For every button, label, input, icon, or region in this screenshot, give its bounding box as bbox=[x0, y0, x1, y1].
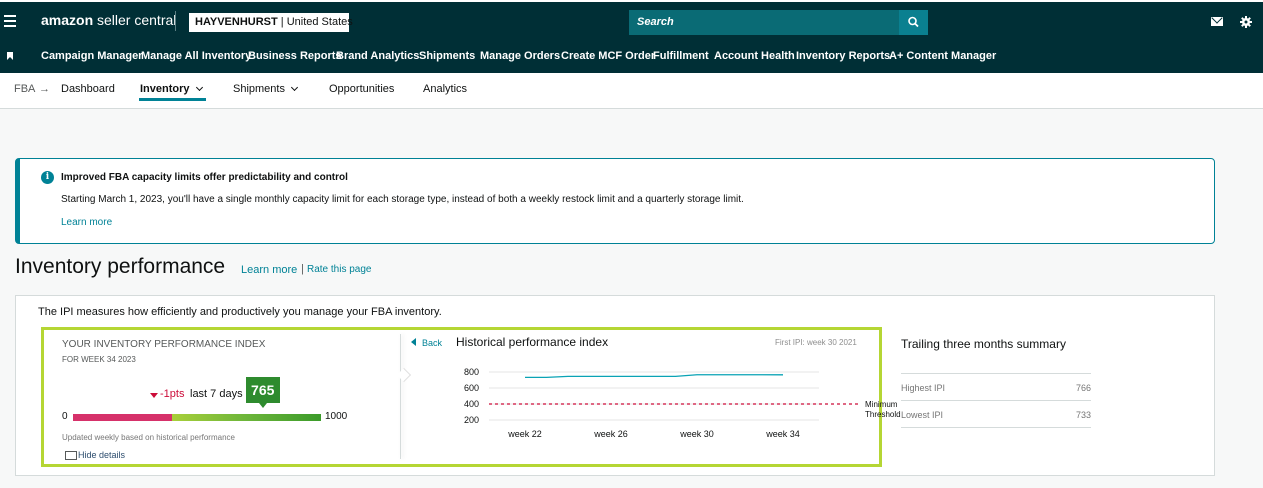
store-selector[interactable]: HAYVENHURST | United States bbox=[189, 13, 353, 32]
summary-value: 733 bbox=[1075, 410, 1091, 420]
nav-campaign-manager[interactable]: Campaign Manager bbox=[41, 50, 142, 62]
nav-business-reports[interactable]: Business Reports bbox=[248, 50, 342, 62]
logo-sub: seller central bbox=[93, 12, 177, 28]
menu-icon[interactable] bbox=[0, 6, 20, 36]
summary-label: Highest IPI bbox=[901, 383, 946, 393]
y-tick-label: 400 bbox=[464, 399, 479, 409]
gauge-min-label: 0 bbox=[62, 411, 68, 422]
ipi-gauge bbox=[73, 414, 321, 421]
back-arrow-icon[interactable] bbox=[411, 338, 416, 346]
threshold-label: Threshold bbox=[865, 410, 901, 419]
threshold-label: Minimum bbox=[865, 400, 898, 409]
trailing-summary-title: Trailing three months summary bbox=[901, 337, 1066, 351]
first-ipi-label: First IPI: week 30 2021 bbox=[775, 338, 857, 347]
main-nav: Campaign Manager Manage All Inventory Bu… bbox=[0, 40, 1263, 73]
ipi-change-period: last 7 days bbox=[190, 388, 243, 400]
historical-ipi-chart: 800 600 400 200 MinimumThreshold week 22 week … bbox=[464, 367, 901, 439]
search-icon bbox=[908, 16, 919, 28]
bookmark-icon[interactable] bbox=[7, 52, 13, 60]
tab-inventory-label: Inventory bbox=[140, 83, 190, 95]
x-tick-label: week 26 bbox=[593, 429, 628, 439]
nav-shipments[interactable]: Shipments bbox=[419, 50, 475, 62]
x-tick-label: week 30 bbox=[679, 429, 714, 439]
seller-central-logo[interactable]: amazon seller central bbox=[41, 12, 176, 28]
active-tab-indicator bbox=[139, 98, 206, 101]
mail-icon[interactable] bbox=[1211, 17, 1223, 26]
ipi-series-line bbox=[525, 374, 784, 379]
sub-nav: FBA → Dashboard Inventory Shipments Oppo… bbox=[0, 73, 1263, 109]
page-title: Inventory performance bbox=[15, 255, 226, 278]
store-region: | United States bbox=[277, 16, 353, 28]
tab-inventory[interactable]: Inventory bbox=[140, 83, 203, 95]
ipi-panel: YOUR INVENTORY PERFORMANCE INDEX FOR WEE… bbox=[41, 327, 901, 467]
gear-icon[interactable] bbox=[1240, 16, 1252, 28]
nav-inventory-reports[interactable]: Inventory Reports bbox=[796, 50, 890, 62]
ipi-score-badge: 765 bbox=[245, 377, 280, 408]
nav-a-plus-content-manager[interactable]: A+ Content Manager bbox=[889, 50, 996, 62]
summary-row-highest: Highest IPI 766 bbox=[901, 373, 1091, 400]
chevron-down-icon bbox=[195, 83, 203, 92]
ipi-card: The IPI measures how efficiently and pro… bbox=[15, 295, 1215, 476]
search-input[interactable]: Search bbox=[629, 10, 899, 35]
nav-manage-orders[interactable]: Manage Orders bbox=[480, 50, 560, 62]
summary-label: Lowest IPI bbox=[901, 410, 944, 420]
hide-details-link[interactable]: Hide details bbox=[78, 450, 125, 460]
chevron-down-icon bbox=[290, 83, 299, 92]
panel-divider bbox=[400, 334, 401, 459]
y-tick-label: 600 bbox=[464, 383, 479, 393]
ipi-intro-text: The IPI measures how efficiently and pro… bbox=[38, 306, 442, 318]
summary-row-lowest: Lowest IPI 733 bbox=[901, 400, 1091, 427]
search-button[interactable] bbox=[899, 10, 928, 35]
nav-manage-all-inventory[interactable]: Manage All Inventory bbox=[141, 50, 251, 62]
nav-brand-analytics[interactable]: Brand Analytics bbox=[336, 50, 419, 62]
alert-title: Improved FBA capacity limits offer predi… bbox=[61, 172, 348, 183]
logo-main: amazon bbox=[41, 12, 94, 28]
top-bar: amazon seller central HAYVENHURST | Unit… bbox=[0, 0, 1263, 40]
breadcrumb-fba[interactable]: FBA bbox=[14, 83, 35, 95]
tab-shipments[interactable]: Shipments bbox=[233, 83, 299, 95]
nav-account-health[interactable]: Account Health bbox=[714, 50, 795, 62]
tab-analytics[interactable]: Analytics bbox=[423, 83, 467, 95]
ipi-label: YOUR INVENTORY PERFORMANCE INDEX bbox=[62, 339, 266, 350]
ipi-change: -1pts bbox=[160, 388, 185, 400]
alert-body: Starting March 1, 2023, you'll have a si… bbox=[61, 194, 744, 205]
collapse-icon[interactable] bbox=[65, 451, 77, 460]
x-tick-label: week 22 bbox=[507, 429, 542, 439]
learn-more-link[interactable]: Learn more bbox=[241, 264, 297, 276]
tab-opportunities[interactable]: Opportunities bbox=[329, 83, 394, 95]
rate-this-page-link[interactable]: Rate this page bbox=[307, 264, 372, 275]
tab-dashboard[interactable]: Dashboard bbox=[61, 83, 115, 95]
y-tick-label: 800 bbox=[464, 367, 479, 377]
summary-divider bbox=[901, 427, 1091, 428]
summary-value: 766 bbox=[1075, 383, 1091, 393]
y-tick-label: 200 bbox=[464, 415, 479, 425]
heading-separator: | bbox=[301, 263, 304, 275]
alert-learn-more-link[interactable]: Learn more bbox=[61, 217, 112, 228]
logo-divider bbox=[175, 11, 176, 31]
tab-shipments-label: Shipments bbox=[233, 83, 285, 95]
back-link[interactable]: Back bbox=[422, 338, 442, 348]
history-title: Historical performance index bbox=[456, 335, 609, 349]
x-tick-label: week 34 bbox=[765, 429, 800, 439]
gauge-max-label: 1000 bbox=[325, 411, 348, 422]
nav-create-mcf-order[interactable]: Create MCF Order bbox=[561, 50, 655, 62]
store-name: HAYVENHURST bbox=[195, 16, 278, 28]
trend-down-icon bbox=[150, 393, 158, 398]
ipi-week: FOR WEEK 34 2023 bbox=[62, 355, 136, 364]
capacity-alert: i Improved FBA capacity limits offer pre… bbox=[15, 158, 1215, 244]
info-icon: i bbox=[41, 171, 54, 184]
nav-fulfillment[interactable]: Fulfillment bbox=[653, 50, 709, 62]
ipi-update-note: Updated weekly based on historical perfo… bbox=[62, 433, 235, 442]
breadcrumb-arrow-icon: → bbox=[39, 83, 50, 95]
